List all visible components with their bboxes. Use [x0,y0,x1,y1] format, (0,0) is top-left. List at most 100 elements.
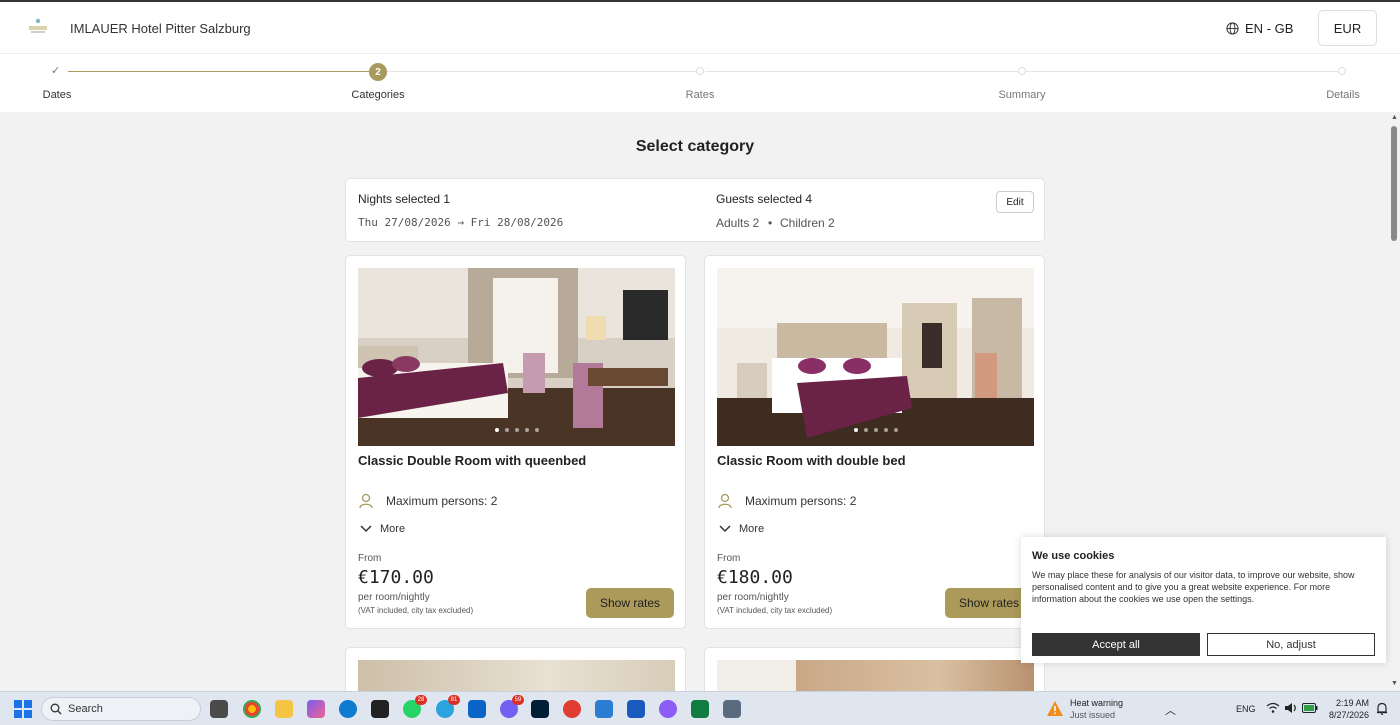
excel-icon[interactable] [691,700,709,718]
hotel-logo[interactable] [26,16,50,40]
language-label: EN - GB [1245,21,1294,36]
scroll-up-icon[interactable]: ▲ [1391,114,1398,121]
search-label: Search [68,703,103,715]
room-card: Classic Room with double bed Maximum per… [704,255,1045,629]
cookie-text: We may place these for analysis of our v… [1032,570,1355,604]
battery-icon[interactable] [1302,703,1318,713]
children-count: Children 2 [780,216,835,230]
step-dot-summary [1018,67,1026,75]
progress-line [705,71,1018,72]
copilot-icon[interactable] [307,700,325,718]
max-persons-label: Maximum persons: 2 [745,494,857,508]
room-name: Classic Double Room with queenbed [358,453,587,468]
progress-line [1026,71,1338,72]
viber-icon[interactable]: 59 [500,695,524,718]
chrome-icon[interactable] [243,700,261,718]
room-photo[interactable] [358,268,675,446]
volume-icon[interactable] [1284,702,1298,714]
page-title: Select category [635,138,755,155]
show-rates-button[interactable]: Show rates [945,588,1033,618]
person-icon [718,493,732,509]
viber-badge: 59 [512,695,524,705]
room-photo-image [358,268,675,446]
scrollbar-thumb[interactable] [1391,126,1397,241]
date-range: Thu 27/08/2026 → Fri 28/08/2026 [358,216,564,229]
language-selector[interactable]: EN - GB [1226,21,1293,36]
guests-selected: Guests selected 4 [716,192,813,206]
step-rates: Rates [685,89,715,101]
carousel-dots[interactable] [358,428,675,432]
photoshop-icon[interactable] [531,700,549,718]
telegram-badge: 81 [448,695,460,705]
hotel-name[interactable]: IMLAUER Hotel Pitter Salzburg [70,21,251,36]
globe-icon [1226,22,1239,35]
max-persons: Maximum persons: 2 [358,493,497,509]
pdf-icon[interactable] [563,700,581,718]
progress-line [387,71,696,72]
weather-subtitle: Just issued [1070,710,1116,720]
whatsapp-icon[interactable]: 28 [403,695,427,718]
room-name: Classic Room with double bed [717,453,906,468]
clock-time[interactable]: 2:19 AM [1336,698,1369,708]
outlook-icon[interactable] [468,700,486,718]
max-persons: Maximum persons: 2 [717,493,856,509]
wifi-icon[interactable] [1266,702,1280,714]
check-icon: ✓ [51,65,61,77]
currency-button[interactable]: EUR [1318,10,1377,46]
accept-all-button[interactable]: Accept all [1032,633,1200,656]
more-label: More [739,523,765,535]
windows-start-icon[interactable] [14,700,32,718]
warning-icon[interactable] [1046,700,1064,717]
room-photo-image [717,268,1034,446]
max-persons-label: Maximum persons: 2 [386,494,498,508]
taskbar-search[interactable]: Search [41,697,201,721]
clock-date[interactable]: 8/27/2026 [1329,710,1369,720]
adults-count: Adults 2 [716,216,760,230]
more-toggle[interactable]: More [360,523,405,535]
file-explorer-icon[interactable] [275,700,293,718]
step-dot-rates [696,67,704,75]
selection-summary: Nights selected 1 Thu 27/08/2026 → Fri 2… [345,178,1045,242]
page-scrollbar[interactable]: ▲ ▼ [1389,112,1400,691]
room-price: €170.00 [358,567,434,588]
step-dot-details [1338,67,1346,75]
weather-title[interactable]: Heat warning [1070,698,1123,708]
more-toggle[interactable]: More [719,523,764,535]
cookie-title: We use cookies [1032,550,1115,562]
telegram-icon[interactable]: 81 [436,695,460,718]
carousel-dots[interactable] [717,428,1034,432]
step-categories[interactable]: Categories [351,89,404,101]
more-label: More [380,523,406,535]
vat-note: (VAT included, city tax excluded) [717,606,833,615]
nights-selected: Nights selected 1 [358,192,451,206]
show-rates-button[interactable]: Show rates [586,588,674,618]
from-label: From [717,553,741,564]
step-dates[interactable]: Dates [43,89,72,101]
edge-icon[interactable] [339,700,357,718]
input-language[interactable]: ENG [1236,704,1256,714]
room-card: Classic Double Room with queenbed Maximu… [345,255,686,629]
notepad-icon[interactable] [595,700,613,718]
top-bar: IMLAUER Hotel Pitter Salzburg EN - GB EU… [0,0,1400,54]
room-photo[interactable] [717,268,1034,446]
calculator-icon[interactable] [723,700,741,718]
notification-bell-icon[interactable] [1376,702,1388,715]
whatsapp-badge: 28 [415,695,427,705]
app-icon[interactable] [659,700,677,718]
word-icon[interactable] [627,700,645,718]
booking-stepper: ✓ 2 Dates Categories Rates Summary Detai… [0,54,1400,112]
price-unit: per room/nightly [717,592,789,603]
app-icon[interactable] [371,700,389,718]
search-icon [50,703,62,715]
vat-note: (VAT included, city tax excluded) [358,606,474,615]
task-view-icon[interactable] [210,700,228,718]
separator-dot: • [768,216,773,230]
step-details: Details [1326,89,1360,101]
edit-button[interactable]: Edit [996,191,1034,213]
adjust-cookies-button[interactable]: No, adjust [1207,633,1375,656]
cookie-banner: We use cookies We may place these for an… [1021,537,1386,663]
chevron-up-icon[interactable]: ︿ [1165,702,1176,718]
step-summary: Summary [998,89,1046,101]
scroll-down-icon[interactable]: ▼ [1391,680,1398,687]
from-label: From [358,553,382,564]
